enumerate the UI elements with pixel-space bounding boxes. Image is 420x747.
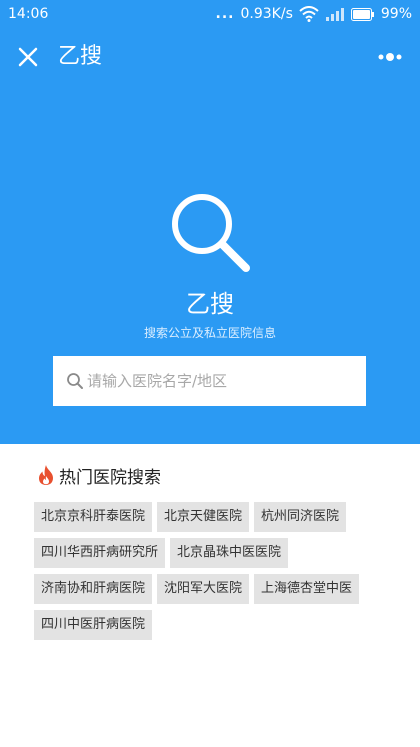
search-box[interactable]	[53, 356, 366, 406]
app-bar: 乙搜	[0, 34, 420, 80]
hospital-tag[interactable]: 北京天健医院	[157, 502, 250, 532]
status-dots: ...	[215, 6, 235, 22]
app-title: 乙搜	[58, 44, 103, 69]
status-indicators: ... 0.93K/s 99%	[216, 6, 412, 22]
hero-banner: 14:06 ... 0.93K/s 99% 乙搜 乙搜 搜索公立及私立医院信息 …	[0, 0, 420, 444]
status-bar: 14:06 ... 0.93K/s 99%	[0, 0, 420, 30]
network-speed: 0.93K/s	[240, 6, 293, 22]
hospital-tag[interactable]: 杭州同济医院	[254, 502, 347, 532]
magnifier-icon	[66, 372, 84, 390]
wifi-icon	[299, 6, 319, 22]
hospital-tag[interactable]: 济南协和肝病医院	[34, 574, 153, 604]
hospital-tag[interactable]: 北京京科肝泰医院	[34, 502, 153, 532]
signal-icon	[325, 7, 345, 21]
hospital-tag[interactable]: 上海德杏堂中医	[254, 574, 360, 604]
hero-title: 乙搜	[186, 290, 234, 318]
hospital-tag[interactable]: 四川华西肝病研究所	[34, 538, 166, 568]
hot-search-title: 热门医院搜索	[59, 467, 161, 488]
hospital-tag[interactable]: 四川中医肝病医院	[34, 610, 153, 640]
battery-percent: 99%	[380, 6, 412, 22]
hot-tags: 北京京科肝泰医院 北京天健医院 杭州同济医院 四川华西肝病研究所 北京晶珠中医医…	[34, 502, 386, 640]
search-icon	[168, 190, 254, 276]
hero-subtitle: 搜索公立及私立医院信息	[143, 326, 276, 340]
more-icon[interactable]	[376, 46, 406, 68]
fire-icon	[38, 464, 54, 486]
status-time: 14:06	[8, 6, 49, 22]
search-input[interactable]	[87, 356, 357, 406]
hot-search-header: 热门医院搜索	[38, 462, 161, 488]
hospital-tag[interactable]: 北京晶珠中医医院	[170, 538, 289, 568]
hospital-tag[interactable]: 沈阳军大医院	[157, 574, 250, 604]
close-icon[interactable]	[16, 45, 40, 69]
battery-icon	[350, 7, 375, 21]
